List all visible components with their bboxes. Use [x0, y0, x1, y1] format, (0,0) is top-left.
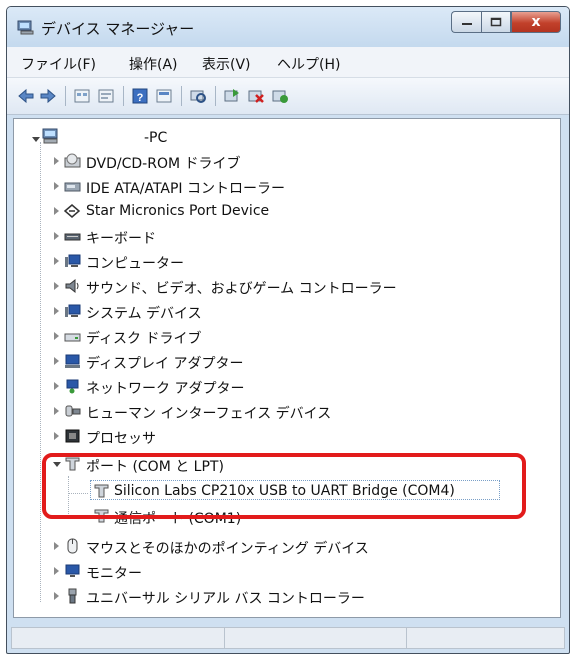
tree-item-label: システム デバイス: [86, 306, 202, 322]
menu-action[interactable]: 操作(A): [129, 54, 178, 74]
status-divider: [224, 628, 225, 648]
tree-item-label: Star Micronics Port Device: [86, 203, 270, 219]
device-manager-icon: [17, 20, 34, 35]
toolbar-separator: [181, 86, 182, 106]
help-icon[interactable]: ?: [131, 87, 149, 105]
system-device-icon: [65, 304, 81, 317]
tree-item-label: マウスとそのほかのポインティング デバイス: [86, 541, 369, 557]
expand-icon[interactable]: [54, 382, 59, 390]
expand-icon[interactable]: [54, 232, 59, 240]
expand-icon[interactable]: [54, 307, 59, 315]
expand-icon[interactable]: [54, 407, 59, 415]
expand-icon[interactable]: [54, 432, 59, 440]
forward-icon[interactable]: [39, 87, 57, 105]
back-icon[interactable]: [17, 87, 35, 105]
expand-icon[interactable]: [54, 592, 59, 600]
status-divider: [406, 628, 407, 648]
tree-item-label: モニター: [86, 566, 142, 582]
mouse-icon: [67, 538, 78, 554]
uninstall-icon[interactable]: [247, 87, 265, 105]
display-adapter-icon: [65, 354, 80, 368]
tree-connector: [40, 142, 41, 602]
minimize-icon: [461, 23, 472, 25]
tree-item-label: DVD/CD-ROM ドライブ: [86, 156, 241, 172]
tree-item-label: ディスプレイ アダプター: [86, 356, 244, 372]
menu-help[interactable]: ヘルプ(H): [277, 54, 340, 74]
toolbar-separator: [215, 86, 216, 106]
maximize-icon: [490, 17, 502, 27]
properties-view-icon[interactable]: [73, 87, 91, 105]
collapse-icon[interactable]: [32, 137, 40, 142]
usb-controller-icon: [68, 588, 77, 604]
enable-device-icon[interactable]: [271, 87, 289, 105]
status-bar: [11, 627, 565, 649]
dvd-drive-icon: [64, 153, 81, 168]
processor-icon: [65, 429, 80, 443]
close-icon: x: [531, 14, 541, 30]
toolbar-separator: [65, 86, 66, 106]
expand-icon[interactable]: [54, 157, 59, 165]
sound-icon: [65, 278, 79, 294]
tree-item-label: -PC: [144, 130, 168, 146]
close-button[interactable]: x: [511, 11, 561, 33]
tree-item-label: コンピューター: [86, 256, 184, 272]
hid-icon: [65, 405, 81, 417]
tree-item-label: ユニバーサル シリアル バス コントローラー: [86, 591, 365, 607]
highlight-annotation: [42, 453, 526, 519]
title-bar[interactable]: デバイス マネージャー x: [7, 7, 569, 47]
expand-icon[interactable]: [54, 182, 59, 190]
update-driver-icon[interactable]: [223, 87, 241, 105]
window-title: デバイス マネージャー: [41, 20, 195, 38]
tree-item-label: IDE ATA/ATAPI コントローラー: [86, 181, 286, 197]
svg-text:?: ?: [137, 92, 144, 104]
port-device-icon: [64, 204, 81, 218]
minimize-button[interactable]: [451, 11, 481, 33]
properties-icon[interactable]: [155, 87, 173, 105]
menu-file[interactable]: ファイル(F): [21, 54, 96, 74]
expand-icon[interactable]: [54, 282, 59, 290]
tree-item-label: ヒューマン インターフェイス デバイス: [86, 406, 332, 422]
expand-icon[interactable]: [54, 257, 59, 265]
tree-item-label: プロセッサ: [86, 431, 156, 447]
maximize-button[interactable]: [481, 11, 511, 33]
show-hide-icon[interactable]: [97, 87, 115, 105]
tree-item-label: キーボード: [86, 231, 156, 247]
computer-icon: [65, 254, 81, 267]
expand-icon[interactable]: [54, 207, 59, 215]
monitor-icon: [65, 564, 80, 577]
ide-controller-icon: [64, 182, 81, 192]
expand-icon[interactable]: [54, 357, 59, 365]
toolbar: ?: [7, 78, 569, 115]
expand-icon[interactable]: [54, 542, 59, 550]
caption-buttons: x: [451, 11, 561, 33]
tree-item-label: ネットワーク アダプター: [86, 381, 245, 397]
scan-hardware-icon[interactable]: [189, 87, 207, 105]
toolbar-separator: [123, 86, 124, 106]
menu-bar: ファイル(F) 操作(A) 表示(V) ヘルプ(H): [7, 47, 569, 78]
computer-icon: [42, 128, 58, 144]
menu-view[interactable]: 表示(V): [202, 54, 251, 74]
expand-icon[interactable]: [54, 332, 59, 340]
network-adapter-icon: [66, 379, 79, 394]
expand-icon[interactable]: [54, 567, 59, 575]
tree-item-label: サウンド、ビデオ、およびゲーム コントローラー: [86, 281, 397, 297]
keyboard-icon: [64, 233, 81, 241]
disk-drive-icon: [64, 333, 81, 342]
tree-item-label: ディスク ドライブ: [86, 331, 202, 347]
